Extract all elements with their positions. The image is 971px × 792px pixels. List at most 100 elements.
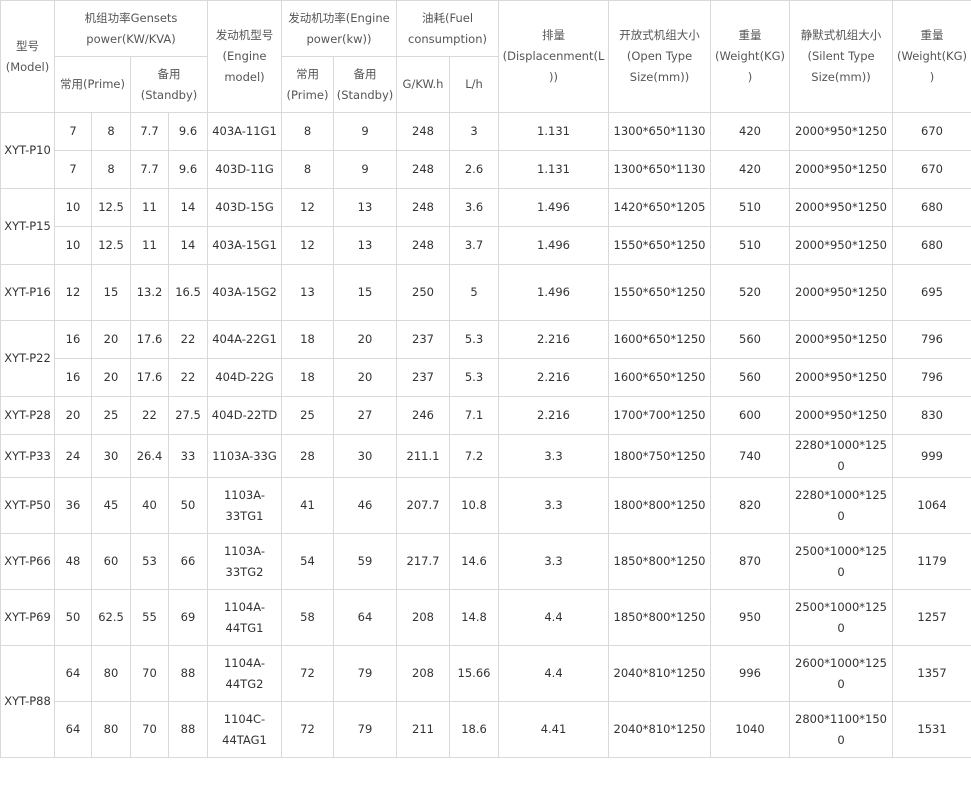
table-row: XYT-P28 20 25 22 27.5 404D-22TD 25 27 246 7.1 2.21… xyxy=(0,396,971,435)
cell-open-weight: 510 xyxy=(710,226,791,265)
cell-fuel-gkwh: 211.1 xyxy=(396,434,450,478)
cell-displacement: 3.3 xyxy=(498,533,610,590)
cell-silent-weight: 670 xyxy=(892,150,971,189)
cell-open-type-size: 1850*800*1250 xyxy=(608,589,712,646)
cell-genset-prime-kw: 12 xyxy=(54,264,92,321)
table-row: XYT-P10 7 8 7.7 9.6 403A-11G1 8 9 248 3 1.131 1300*… xyxy=(0,112,971,189)
cell-engine-model: 1104A-44TG1 xyxy=(207,589,282,646)
table-row: XYT-P15 10 12.5 11 14 403D-15G 12 13 248 3.6 1.496… xyxy=(0,188,971,265)
cell-genset-prime-kva: 62.5 xyxy=(91,589,131,646)
cell-genset-standby-kw: 13.2 xyxy=(130,264,169,321)
cell-silent-type-size: 2000*950*1250 xyxy=(789,188,894,227)
cell-fuel-gkwh: 248 xyxy=(396,188,450,227)
cell-engine-prime: 12 xyxy=(281,188,334,227)
cell-displacement: 2.216 xyxy=(498,396,610,435)
cell-engine-standby: 9 xyxy=(333,150,397,189)
cell-genset-prime-kva: 60 xyxy=(91,533,131,590)
cell-genset-prime-kw: 64 xyxy=(54,701,92,758)
cell-genset-standby-kw: 40 xyxy=(130,477,169,534)
header-open-weight: 重量(Weight(KG)) xyxy=(710,0,791,113)
cell-genset-prime-kw: 7 xyxy=(54,150,92,189)
cell-genset-prime-kva: 8 xyxy=(91,150,131,189)
cell-displacement: 1.496 xyxy=(498,226,610,265)
cell-genset-prime-kva: 25 xyxy=(91,396,131,435)
cell-silent-type-size: 2000*950*1250 xyxy=(789,320,894,359)
cell-genset-standby-kw: 55 xyxy=(130,589,169,646)
cell-displacement: 4.41 xyxy=(498,701,610,758)
cell-open-weight: 420 xyxy=(710,112,791,151)
header-silent-type-size: 静默式机组大小(Silent Type Size(mm)) xyxy=(789,0,894,113)
cell-fuel-lh: 3 xyxy=(448,112,500,151)
cell-engine-standby: 59 xyxy=(333,533,397,590)
cell-silent-type-size: 2500*1000*1250 xyxy=(789,533,894,590)
cell-engine-standby: 30 xyxy=(333,434,397,478)
cell-genset-prime-kva: 20 xyxy=(91,320,131,359)
cell-open-weight: 600 xyxy=(710,396,791,435)
cell-genset-prime-kw: 50 xyxy=(54,589,92,646)
cell-engine-model: 404A-22G1 xyxy=(207,320,282,359)
table-row: XYT-P22 16 20 17.6 22 404A-22G1 18 20 237 5.3 2.21… xyxy=(0,320,971,397)
cell-model: XYT-P69 xyxy=(0,589,55,646)
cell-engine-prime: 41 xyxy=(281,477,334,534)
cell-silent-type-size: 2000*950*1250 xyxy=(789,396,894,435)
cell-genset-prime-kva: 12.5 xyxy=(91,188,131,227)
cell-genset-standby-kva: 27.5 xyxy=(168,396,208,435)
header-engine-prime: 常用(Prime) xyxy=(281,56,334,113)
table-row: XYT-P66 48 60 53 66 1103A-33TG2 54 59 217.7 14.6 3… xyxy=(0,533,971,590)
table-body: XYT-P10 7 8 7.7 9.6 403A-11G1 8 9 248 3 1.131 1300*… xyxy=(0,112,971,758)
cell-genset-standby-kva: 33 xyxy=(168,434,208,478)
header-open-type-size: 开放式机组大小(Open Type Size(mm)) xyxy=(608,0,712,113)
table-row: 10 12.5 11 14 403A-15G1 12 13 248 3.7 1.496 1550*6… xyxy=(1,226,971,265)
cell-engine-prime: 25 xyxy=(281,396,334,435)
cell-open-weight: 520 xyxy=(710,264,791,321)
cell-engine-model: 1103A-33TG2 xyxy=(207,533,282,590)
cell-open-type-size: 1800*750*1250 xyxy=(608,434,712,478)
cell-genset-prime-kw: 48 xyxy=(54,533,92,590)
cell-open-type-size: 2040*810*1250 xyxy=(608,701,712,758)
cell-genset-standby-kw: 26.4 xyxy=(130,434,169,478)
cell-genset-standby-kva: 88 xyxy=(168,645,208,702)
cell-open-weight: 950 xyxy=(710,589,791,646)
cell-open-type-size: 1800*800*1250 xyxy=(608,477,712,534)
cell-fuel-gkwh: 246 xyxy=(396,396,450,435)
genset-spec-table: 型号(Model) 机组功率Gensets power(KW/KVA) 发动机型… xyxy=(0,0,971,758)
cell-genset-standby-kva: 66 xyxy=(168,533,208,590)
cell-engine-model: 403A-15G1 xyxy=(207,226,282,265)
cell-genset-standby-kw: 7.7 xyxy=(130,150,169,189)
header-genset-power: 机组功率Gensets power(KW/KVA) xyxy=(54,0,208,57)
cell-model: XYT-P16 xyxy=(0,264,55,321)
cell-silent-weight: 796 xyxy=(892,320,971,359)
cell-fuel-gkwh: 248 xyxy=(396,112,450,151)
cell-silent-type-size: 2000*950*1250 xyxy=(789,358,894,397)
header-genset-standby: 备用(Standby) xyxy=(130,56,208,113)
cell-genset-standby-kw: 70 xyxy=(130,701,169,758)
cell-open-weight: 870 xyxy=(710,533,791,590)
cell-displacement: 2.216 xyxy=(498,320,610,359)
cell-fuel-lh: 7.2 xyxy=(448,434,500,478)
header-fuel-gkwh: G/KW.h xyxy=(396,56,450,113)
cell-open-weight: 820 xyxy=(710,477,791,534)
cell-genset-prime-kva: 15 xyxy=(91,264,131,321)
cell-silent-type-size: 2000*950*1250 xyxy=(789,112,894,151)
cell-model: XYT-P88 xyxy=(0,645,55,758)
cell-fuel-gkwh: 207.7 xyxy=(396,477,450,534)
cell-fuel-lh: 14.6 xyxy=(448,533,500,590)
cell-open-type-size: 1600*650*1250 xyxy=(608,358,712,397)
cell-genset-standby-kw: 17.6 xyxy=(130,358,169,397)
cell-engine-model: 1103A-33TG1 xyxy=(207,477,282,534)
table-row: 7 8 7.7 9.6 403D-11G 8 9 248 2.6 1.131 1300*650*11… xyxy=(1,150,971,189)
cell-fuel-lh: 18.6 xyxy=(448,701,500,758)
cell-genset-standby-kw: 11 xyxy=(130,226,169,265)
cell-silent-type-size: 2280*1000*1250 xyxy=(789,477,894,534)
table-row: 16 20 17.6 22 404D-22G 18 20 237 5.3 2.216 1600*65… xyxy=(1,358,971,397)
cell-fuel-lh: 3.6 xyxy=(448,188,500,227)
cell-genset-standby-kva: 14 xyxy=(168,226,208,265)
cell-displacement: 3.3 xyxy=(498,434,610,478)
table-row: XYT-P33 24 30 26.4 33 1103A-33G 28 30 211.1 7.2 3.… xyxy=(0,434,971,478)
cell-silent-weight: 999 xyxy=(892,434,971,478)
cell-fuel-lh: 5.3 xyxy=(448,358,500,397)
cell-engine-standby: 27 xyxy=(333,396,397,435)
cell-genset-prime-kw: 16 xyxy=(54,320,92,359)
cell-engine-model: 403A-15G2 xyxy=(207,264,282,321)
header-fuel-lh: L/h xyxy=(448,56,500,113)
